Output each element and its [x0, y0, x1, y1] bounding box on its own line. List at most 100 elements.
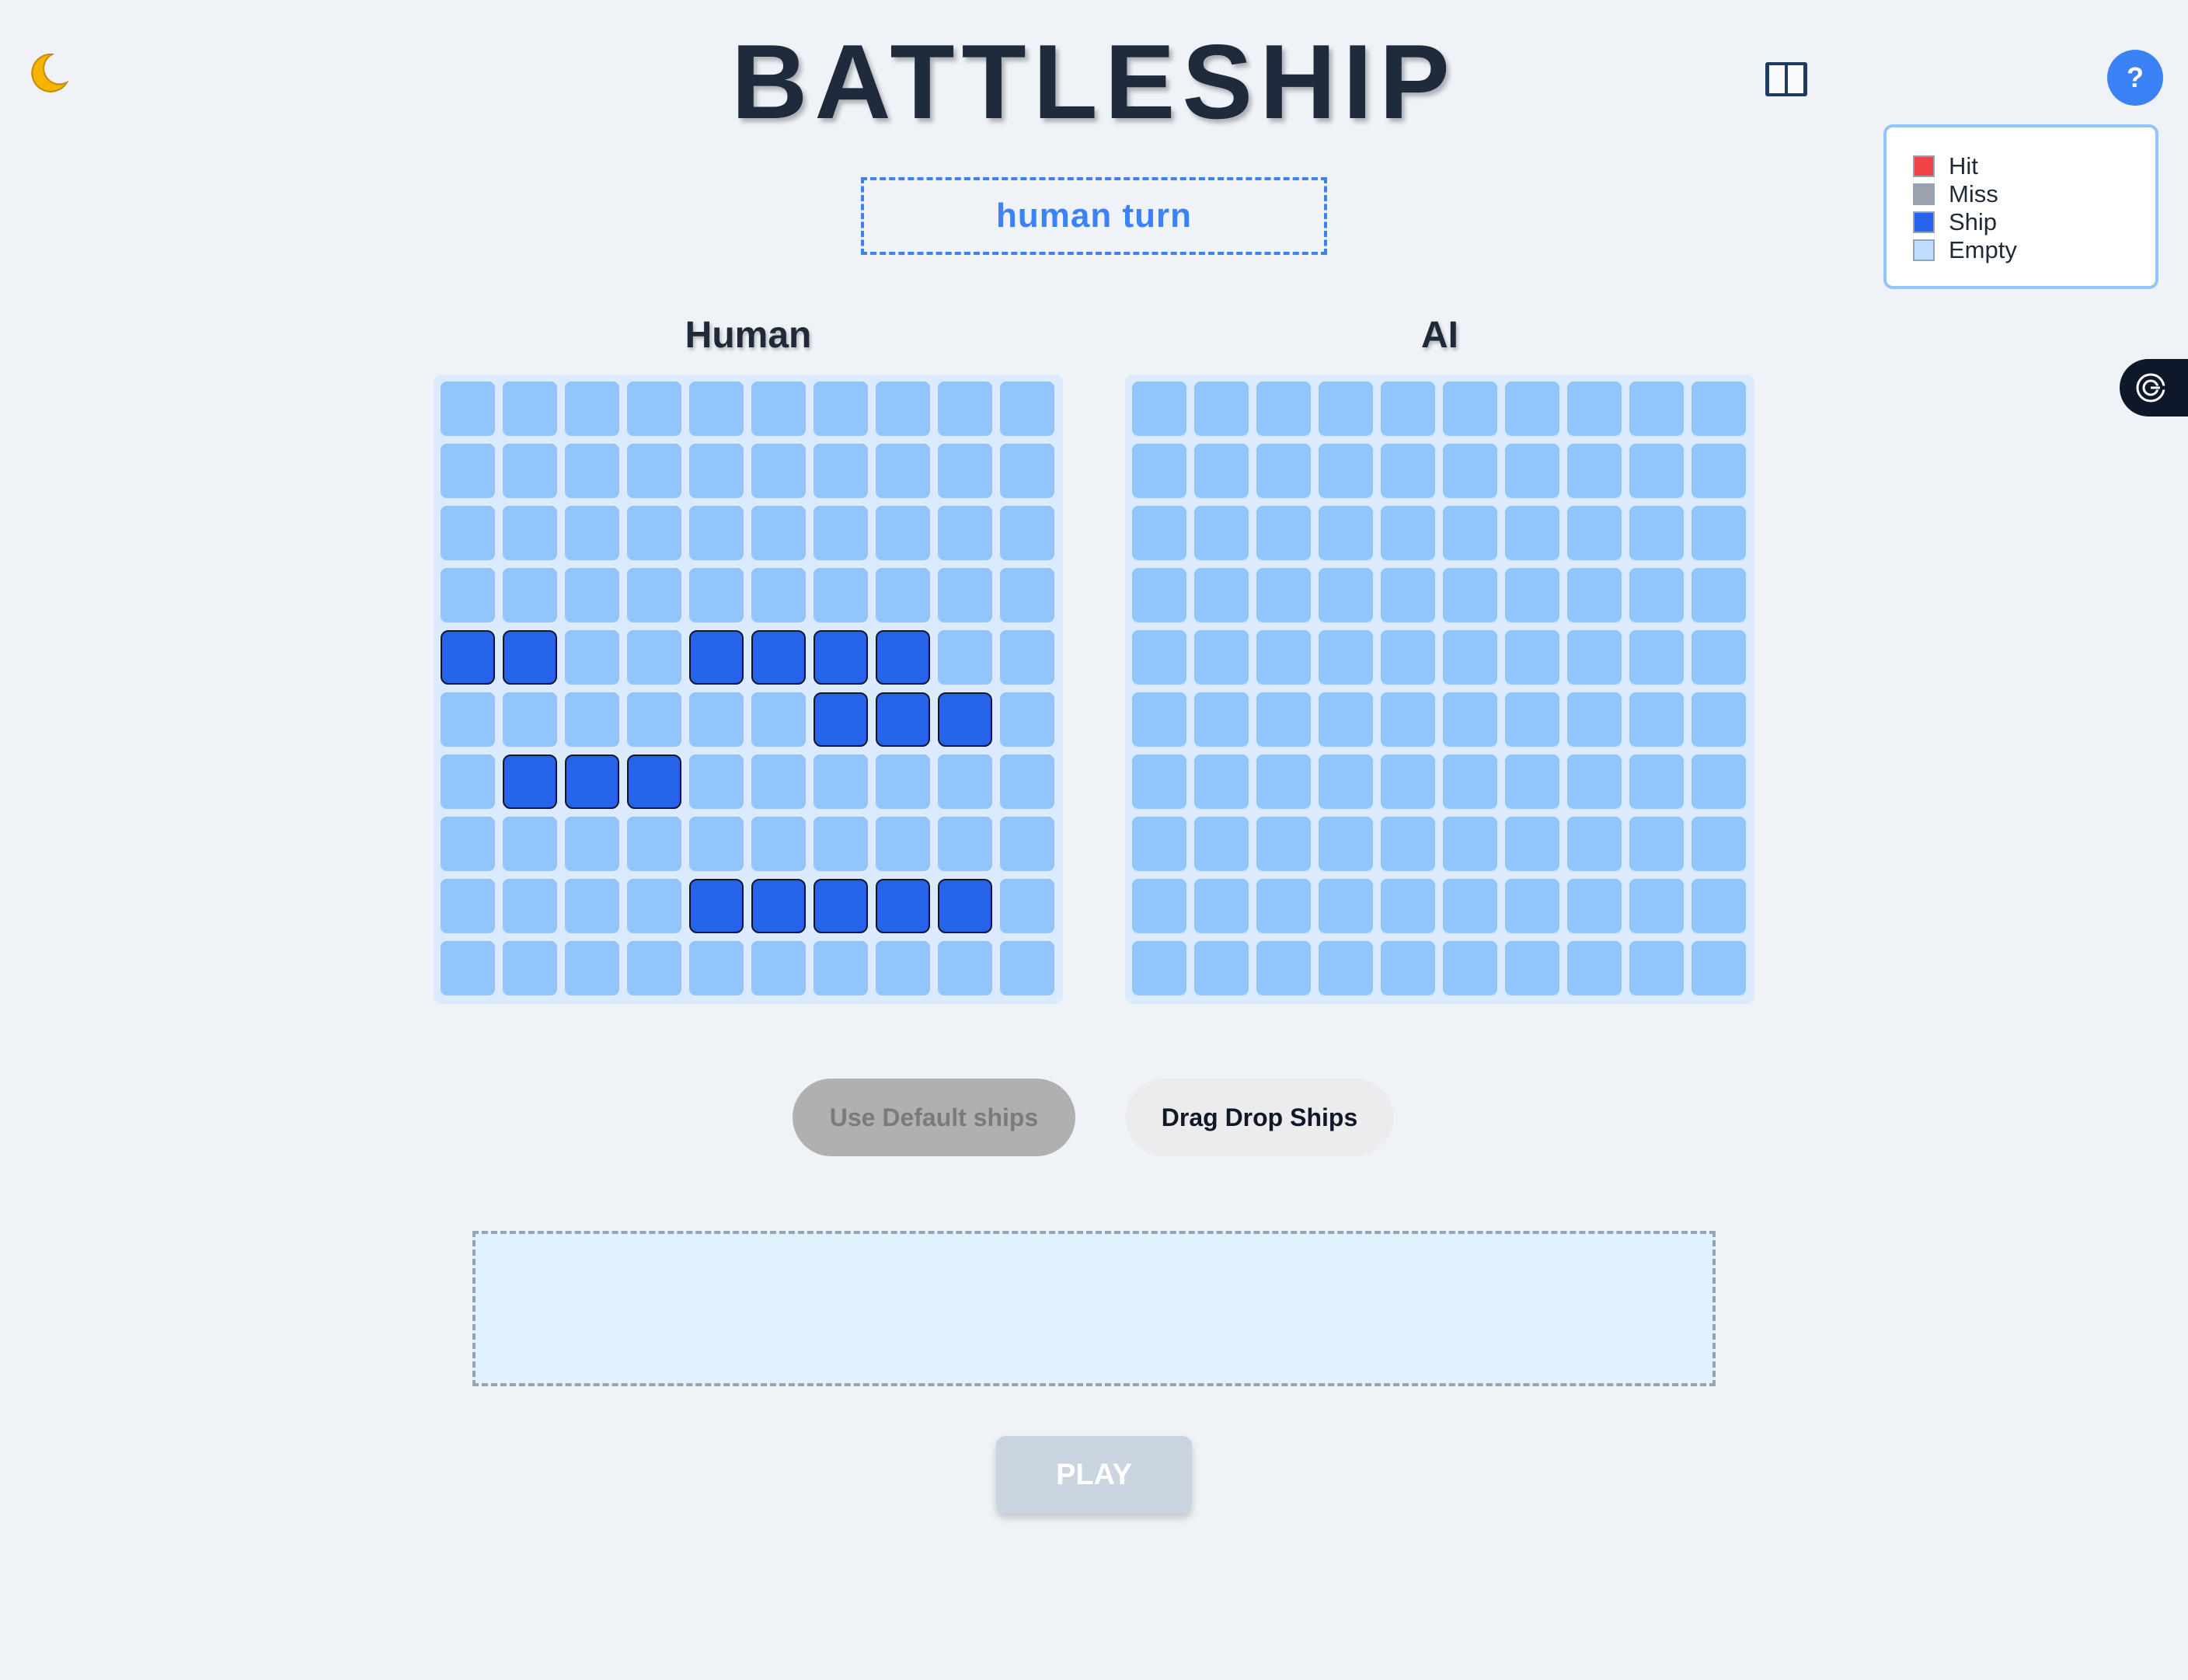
- board-cell-ship[interactable]: [689, 879, 744, 933]
- board-cell[interactable]: [1319, 692, 1373, 747]
- board-cell[interactable]: [1505, 630, 1559, 685]
- board-cell[interactable]: [938, 630, 992, 685]
- board-cell[interactable]: [1629, 382, 1684, 436]
- board-cell[interactable]: [1132, 630, 1186, 685]
- board-cell-ship[interactable]: [814, 692, 868, 747]
- board-cell[interactable]: [1319, 382, 1373, 436]
- board-cell[interactable]: [1256, 817, 1311, 871]
- board-cell[interactable]: [1443, 630, 1497, 685]
- board-cell[interactable]: [1629, 568, 1684, 622]
- board-cell[interactable]: [1505, 444, 1559, 498]
- board-cell[interactable]: [1000, 817, 1054, 871]
- board-cell[interactable]: [1443, 755, 1497, 809]
- board-cell[interactable]: [1381, 692, 1435, 747]
- board-cell[interactable]: [1256, 941, 1311, 995]
- board-cell[interactable]: [1443, 941, 1497, 995]
- board-cell[interactable]: [627, 817, 681, 871]
- board-cell[interactable]: [1256, 568, 1311, 622]
- board-cell[interactable]: [1319, 879, 1373, 933]
- board-cell[interactable]: [751, 692, 806, 747]
- board-cell[interactable]: [1567, 941, 1622, 995]
- board-cell[interactable]: [627, 506, 681, 560]
- board-cell[interactable]: [1692, 755, 1746, 809]
- board-cell[interactable]: [1381, 382, 1435, 436]
- board-cell[interactable]: [689, 692, 744, 747]
- board-cell[interactable]: [1629, 941, 1684, 995]
- board-cell[interactable]: [441, 755, 495, 809]
- board-cell-ship[interactable]: [503, 755, 557, 809]
- board-cell[interactable]: [1567, 692, 1622, 747]
- board-cell[interactable]: [814, 817, 868, 871]
- board-cell[interactable]: [1256, 879, 1311, 933]
- board-cell[interactable]: [814, 382, 868, 436]
- board-cell[interactable]: [751, 382, 806, 436]
- board-cell[interactable]: [1505, 941, 1559, 995]
- board-cell[interactable]: [441, 817, 495, 871]
- board-cell[interactable]: [441, 879, 495, 933]
- board-cell[interactable]: [1194, 444, 1249, 498]
- board-cell[interactable]: [876, 755, 930, 809]
- board-cell-ship[interactable]: [627, 755, 681, 809]
- board-cell[interactable]: [938, 941, 992, 995]
- board-cell[interactable]: [876, 568, 930, 622]
- board-cell[interactable]: [1629, 444, 1684, 498]
- board-cell[interactable]: [565, 817, 619, 871]
- board-cell-ship[interactable]: [441, 630, 495, 685]
- board-cell[interactable]: [1194, 630, 1249, 685]
- board-cell[interactable]: [627, 568, 681, 622]
- board-cell[interactable]: [1132, 941, 1186, 995]
- board-cell[interactable]: [1692, 879, 1746, 933]
- board-cell[interactable]: [1505, 568, 1559, 622]
- board-cell[interactable]: [1692, 568, 1746, 622]
- board-cell[interactable]: [1629, 879, 1684, 933]
- board-cell[interactable]: [1381, 630, 1435, 685]
- board-cell[interactable]: [627, 879, 681, 933]
- board-cell[interactable]: [1194, 755, 1249, 809]
- board-cell[interactable]: [814, 506, 868, 560]
- board-cell-ship[interactable]: [938, 879, 992, 933]
- board-cell[interactable]: [1000, 568, 1054, 622]
- board-cell[interactable]: [1256, 755, 1311, 809]
- board-cell[interactable]: [1505, 879, 1559, 933]
- board-cell-ship[interactable]: [876, 692, 930, 747]
- board-cell[interactable]: [1567, 382, 1622, 436]
- board-cell[interactable]: [1443, 506, 1497, 560]
- board-cell[interactable]: [1505, 692, 1559, 747]
- use-default-ships-button[interactable]: Use Default ships: [793, 1079, 1075, 1156]
- board-cell[interactable]: [751, 444, 806, 498]
- board-cell[interactable]: [1692, 941, 1746, 995]
- board-cell[interactable]: [938, 382, 992, 436]
- board-cell[interactable]: [938, 568, 992, 622]
- board-cell[interactable]: [1319, 506, 1373, 560]
- board-cell[interactable]: [1194, 879, 1249, 933]
- board-cell[interactable]: [1381, 941, 1435, 995]
- board-cell[interactable]: [751, 817, 806, 871]
- board-cell[interactable]: [1132, 879, 1186, 933]
- board-cell[interactable]: [938, 444, 992, 498]
- board-cell[interactable]: [1132, 506, 1186, 560]
- board-cell[interactable]: [689, 382, 744, 436]
- board-cell[interactable]: [503, 506, 557, 560]
- board-cell[interactable]: [689, 755, 744, 809]
- board-cell[interactable]: [1319, 568, 1373, 622]
- board-cell[interactable]: [1194, 506, 1249, 560]
- board-cell[interactable]: [1692, 506, 1746, 560]
- play-button[interactable]: PLAY: [996, 1436, 1192, 1514]
- board-cell[interactable]: [814, 568, 868, 622]
- board-cell[interactable]: [1256, 630, 1311, 685]
- board-cell-ship[interactable]: [876, 879, 930, 933]
- board-cell[interactable]: [565, 382, 619, 436]
- board-cell[interactable]: [1256, 506, 1311, 560]
- board-cell[interactable]: [565, 506, 619, 560]
- board-cell[interactable]: [689, 941, 744, 995]
- board-cell[interactable]: [1443, 879, 1497, 933]
- board-cell[interactable]: [1132, 755, 1186, 809]
- board-cell[interactable]: [689, 506, 744, 560]
- board-cell-ship[interactable]: [503, 630, 557, 685]
- board-cell[interactable]: [627, 630, 681, 685]
- board-cell[interactable]: [1132, 568, 1186, 622]
- board-cell[interactable]: [1132, 382, 1186, 436]
- board-cell[interactable]: [876, 382, 930, 436]
- drag-drop-ships-button[interactable]: Drag Drop Ships: [1125, 1079, 1394, 1156]
- board-cell[interactable]: [1132, 692, 1186, 747]
